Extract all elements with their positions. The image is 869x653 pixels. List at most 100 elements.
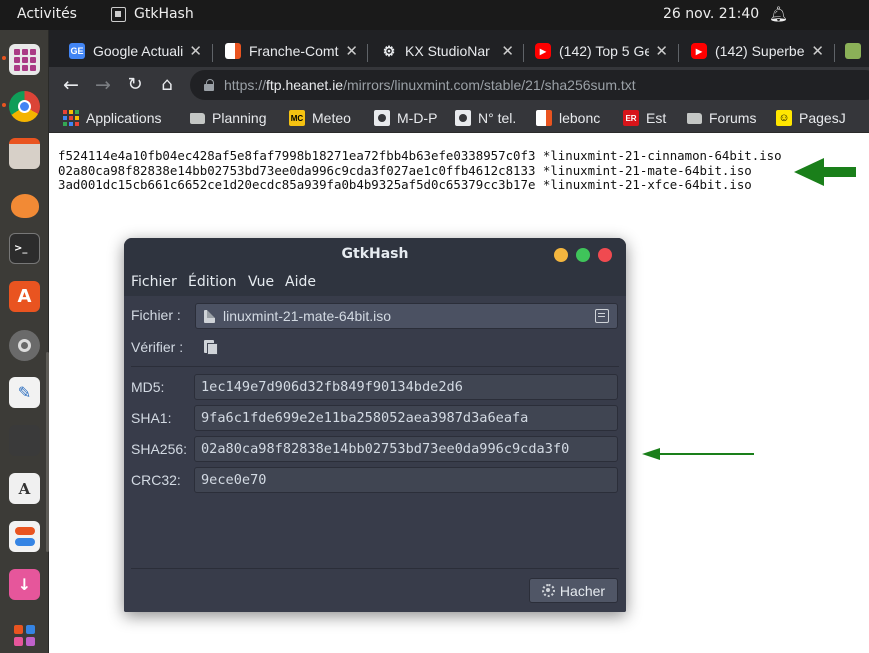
files-icon[interactable] (9, 138, 40, 169)
reload-icon[interactable]: ↻ (122, 72, 148, 98)
linuxmint-icon (845, 43, 861, 59)
app-menu[interactable]: GtkHash (111, 6, 194, 22)
bookmark-label: Planning (212, 110, 267, 126)
tab-divider (834, 44, 835, 62)
google-news-icon: GE (69, 43, 85, 59)
close-icon[interactable]: ✕ (189, 42, 202, 60)
paste-icon[interactable] (204, 340, 218, 355)
menu-vue[interactable]: Vue (248, 274, 274, 290)
gnome-top-bar: Activités GtkHash 26 nov. 21:40 🔔︎ (0, 0, 869, 30)
dock: >_ A ✎ A ↓ (0, 30, 49, 653)
tab-youtube-top5[interactable]: ▶ (142) Top 5 Ge ✕ (519, 35, 674, 67)
url-host: ftp.heanet.ie (266, 77, 344, 93)
lock-icon[interactable] (204, 79, 214, 91)
terminal-icon[interactable]: >_ (9, 233, 40, 264)
sha1-value[interactable]: 9fa6c1fde699e2e11ba258052aea3987d3a6eafa (194, 405, 618, 431)
md5-value[interactable]: 1ec149e7d906d32fb849f90134bde2d6 (194, 374, 618, 400)
settings-icon[interactable] (9, 330, 40, 361)
file-chooser-button[interactable]: linuxmint-21-mate-64bit.iso (195, 303, 618, 329)
bookmark-planning[interactable]: Planning (189, 108, 267, 128)
bookmark-lebonc[interactable]: lebonc (536, 108, 600, 128)
close-icon[interactable]: ✕ (345, 42, 358, 60)
tab-title: (142) Superbe (715, 43, 805, 59)
sha256-value[interactable]: 02a80ca98f82838e14bb02753bd73ee0da996c9c… (194, 436, 618, 462)
back-arrow-icon[interactable]: ← (58, 72, 84, 98)
thin-green-arrow-icon (642, 448, 754, 460)
close-icon[interactable]: ✕ (811, 42, 824, 60)
gtkhash-app-icon (111, 6, 126, 22)
leboncoin-icon (536, 110, 552, 126)
pagesjaunes-icon: ☺ (776, 110, 792, 126)
bookmark-forums[interactable]: Forums (686, 108, 756, 128)
close-icon[interactable]: ✕ (655, 42, 668, 60)
close-icon[interactable]: ✕ (501, 42, 514, 60)
tab-youtube-superbe[interactable]: ▶ (142) Superbe ✕ (675, 35, 830, 67)
chrome-icon[interactable] (2, 91, 40, 122)
bookmark-label: Forums (709, 110, 757, 126)
show-applications-icon[interactable] (9, 620, 40, 651)
forward-arrow-icon[interactable]: → (90, 72, 116, 98)
close-button[interactable] (598, 248, 612, 262)
bookmark-mdp[interactable]: M-D-P (374, 108, 437, 128)
calculator-icon[interactable] (9, 425, 40, 456)
crc32-label: CRC32: (131, 472, 181, 488)
mango-icon[interactable] (9, 190, 40, 221)
menu-fichier[interactable]: Fichier (131, 274, 177, 290)
checksum-line: 02a80ca98f82838e14bb02753bd73ee0da996c9c… (58, 162, 752, 178)
clock[interactable]: 26 nov. 21:40 (663, 6, 759, 22)
hash-button-label: Hacher (559, 582, 606, 599)
gtkhash-menubar: Fichier Édition Vue Aide (124, 271, 626, 296)
app-grid-launcher-icon[interactable] (2, 44, 40, 75)
gear-icon (541, 584, 555, 597)
maximize-button[interactable] (576, 248, 590, 262)
tab-google-news[interactable]: GE Google Actualités ✕ (53, 35, 208, 67)
checksum-line: f524114e4a10fb04ec428af5e8faf7998b18271e… (58, 148, 782, 163)
home-icon[interactable]: ⌂ (154, 72, 180, 98)
bookmark-pagesj[interactable]: ☺ PagesJ (776, 108, 846, 128)
bookmark-est[interactable]: ER Est (623, 108, 666, 128)
verify-input[interactable] (195, 334, 618, 360)
tab-linuxmint[interactable] (839, 35, 869, 67)
gtkhash-titlebar[interactable]: GtkHash (124, 238, 626, 271)
separator (131, 366, 619, 367)
browser-toolbar: ← → ↻ ⌂ https://ftp.heanet.ie/mirrors/li… (49, 67, 869, 103)
bookmark-label: PagesJ (799, 110, 846, 126)
crc32-value[interactable]: 9ece0e70 (194, 467, 618, 493)
franche-comte-icon (225, 43, 241, 59)
menu-edition[interactable]: Édition (188, 274, 236, 290)
tweaks-icon[interactable] (9, 521, 40, 552)
separator (131, 568, 619, 569)
tab-franche-comte[interactable]: Franche-Comté ✕ (209, 35, 364, 67)
software-center-icon[interactable]: A (9, 281, 40, 312)
text-editor-icon[interactable]: ✎ (9, 377, 40, 408)
bookmark-applications[interactable]: Applications (63, 108, 162, 128)
tab-kx-studio[interactable]: ⚙ KX StudioNar ✕ (365, 35, 520, 67)
file-chooser-value: linuxmint-21-mate-64bit.iso (223, 308, 392, 324)
dictionary-icon[interactable]: A (9, 473, 40, 504)
sha256-label: SHA256: (131, 441, 188, 457)
bell-icon[interactable]: 🔔︎ (769, 5, 788, 23)
address-bar[interactable]: https://ftp.heanet.ie/mirrors/linuxmint.… (190, 70, 869, 100)
tab-title: Google Actualités (93, 43, 183, 59)
file-browse-icon[interactable] (595, 309, 609, 323)
bookmark-meteo[interactable]: MC Meteo (289, 108, 351, 128)
file-label: Fichier : (131, 307, 181, 323)
apps-grid-icon (63, 110, 79, 126)
gtkhash-window: GtkHash Fichier Édition Vue Aide Fichier… (124, 238, 626, 612)
bookmark-n-tel[interactable]: N° tel. (455, 108, 516, 128)
url-scheme: https:// (224, 77, 267, 93)
downloader-icon[interactable]: ↓ (9, 569, 40, 600)
menu-aide[interactable]: Aide (285, 274, 316, 290)
youtube-icon: ▶ (535, 43, 551, 59)
hash-button[interactable]: Hacher (529, 578, 618, 603)
bookmark-label: Meteo (312, 110, 351, 126)
minimize-button[interactable] (554, 248, 568, 262)
folder-icon (686, 110, 702, 126)
bookmark-label: Applications (86, 110, 162, 126)
verify-label: Vérifier : (131, 339, 184, 355)
green-arrow-icon (794, 158, 856, 186)
url-path: /mirrors/linuxmint.com/stable/21/sha256s… (343, 77, 636, 93)
tab-title: Franche-Comté (249, 43, 339, 59)
youtube-icon: ▶ (691, 43, 707, 59)
activities-button[interactable]: Activités (17, 6, 77, 22)
